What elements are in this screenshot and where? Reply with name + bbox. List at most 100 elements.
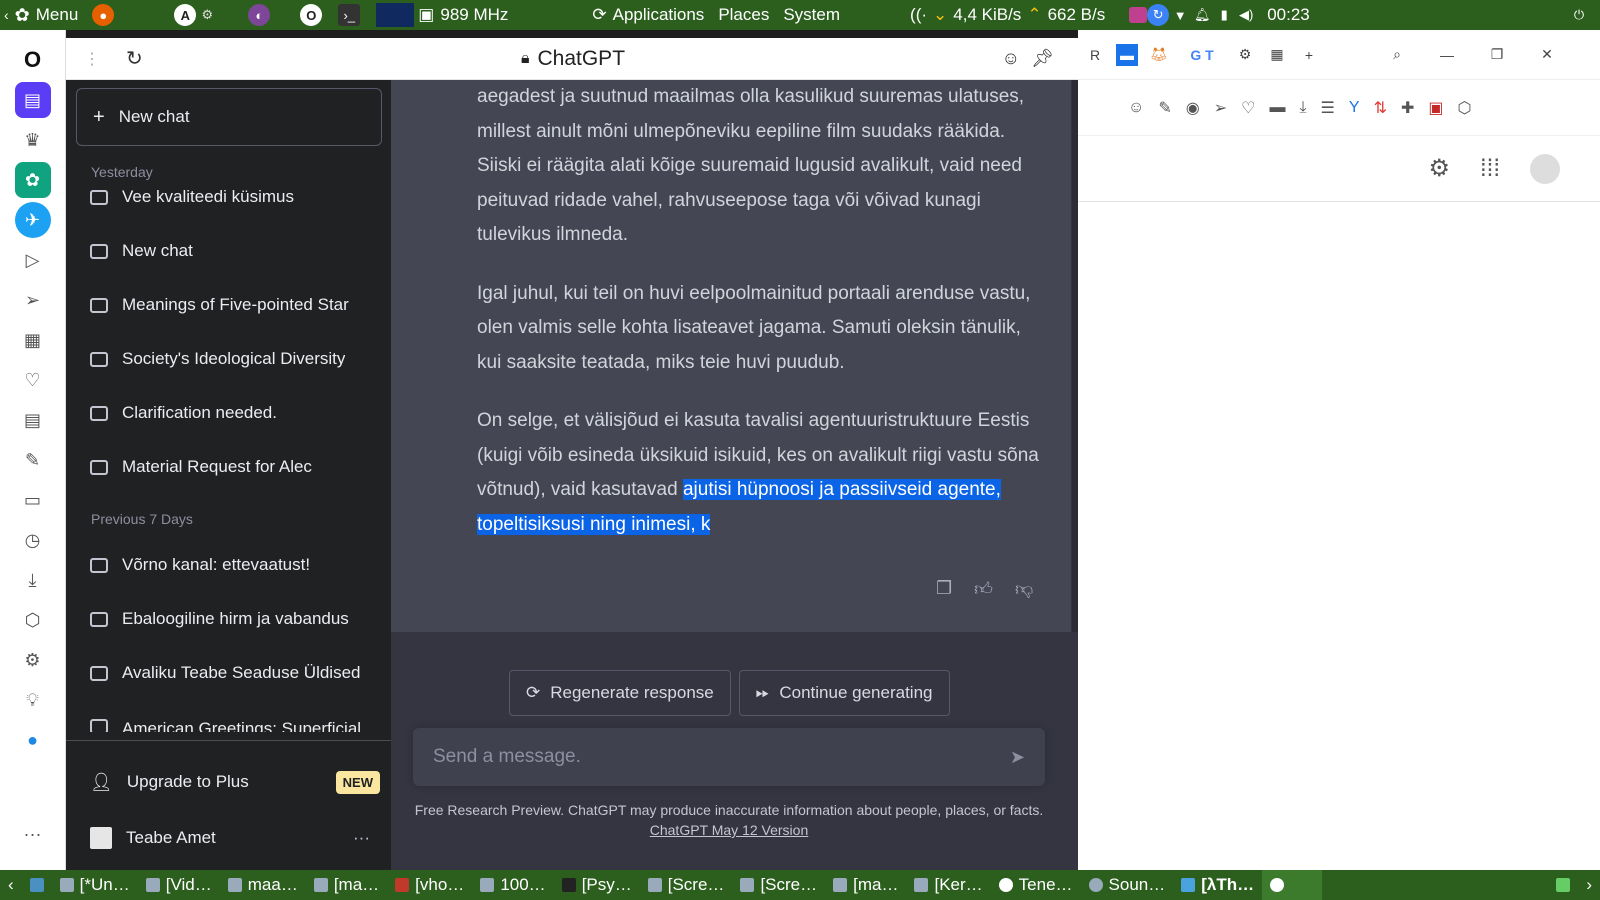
- puzzle-extension-icon[interactable]: ✚: [1401, 98, 1414, 118]
- google-translate-tab[interactable]: G T: [1180, 44, 1224, 66]
- conversation-item[interactable]: Võrno kanal: ettevaatust!: [90, 545, 360, 585]
- task-item-active[interactable]: [1262, 870, 1323, 900]
- conversation-item[interactable]: American Greetings: Superficial: [90, 704, 360, 732]
- pin-board-icon[interactable]: ✎: [15, 442, 51, 478]
- chat-scrollbar[interactable]: [1072, 80, 1078, 632]
- history-icon[interactable]: ◷: [15, 522, 51, 558]
- close-icon[interactable]: ✕: [1536, 44, 1558, 66]
- wifi-tray-icon[interactable]: ▼: [1169, 4, 1191, 26]
- thumbs-up-icon[interactable]: 👍︎: [974, 578, 993, 600]
- continue-generating-button[interactable]: ⏩︎ Continue generating: [738, 670, 950, 716]
- more-dots-icon[interactable]: ···: [353, 828, 370, 848]
- conversation-item[interactable]: Society's Ideological Diversity: [90, 339, 360, 379]
- tray-icon[interactable]: [1548, 870, 1578, 900]
- regenerate-response-button[interactable]: ⟳ Regenerate response: [509, 670, 731, 716]
- battery-icon[interactable]: ▮: [1213, 4, 1235, 26]
- network-monitor[interactable]: ((· ⌄ 4,4 KiB/s ⌃ 662 B/s: [910, 5, 1105, 25]
- upgrade-to-plus-button[interactable]: 👤︎ Upgrade to Plus NEW: [90, 760, 380, 804]
- settings-tab-icon[interactable]: ⚙: [1234, 44, 1256, 66]
- apps-grid-icon[interactable]: ⁞⁞⁞: [1480, 155, 1500, 183]
- task-item[interactable]: [Psy…: [554, 870, 640, 900]
- user-menu-button[interactable]: Teabe Amet ···: [90, 816, 380, 860]
- task-item[interactable]: [λTh…: [1173, 870, 1262, 900]
- task-item[interactable]: [ma…: [306, 870, 387, 900]
- tor-browser-icon[interactable]: ◐: [248, 4, 271, 26]
- more-options-icon[interactable]: ···: [15, 816, 51, 852]
- player-icon[interactable]: ▷: [15, 242, 51, 278]
- heart-icon[interactable]: ♡: [15, 362, 51, 398]
- search-icon[interactable]: ⌕: [1386, 44, 1408, 66]
- conversation-item[interactable]: Clarification needed.: [90, 393, 360, 433]
- lightbulb-icon[interactable]: 💡︎: [15, 682, 51, 718]
- chatgpt-sidebar-icon[interactable]: ✿: [14, 162, 51, 198]
- opera-logo-icon[interactable]: O: [15, 42, 51, 78]
- reload-icon[interactable]: ↻: [126, 46, 143, 71]
- restore-icon[interactable]: ❐: [1486, 44, 1508, 66]
- conversation-item[interactable]: Ebaloogiline hirm ja vabandus: [90, 599, 360, 639]
- filter-extension-icon[interactable]: Y: [1349, 99, 1360, 117]
- system-menu[interactable]: System: [783, 5, 840, 25]
- copy-icon[interactable]: ❐: [936, 578, 952, 600]
- camera-icon[interactable]: ◉: [1186, 98, 1200, 118]
- downloads-icon[interactable]: ⤓: [15, 562, 51, 598]
- workspaces-icon[interactable]: ▤: [14, 82, 51, 118]
- notification-bell-icon[interactable]: 🔔︎: [1191, 4, 1213, 26]
- tabs-icon[interactable]: ▭: [15, 482, 51, 518]
- heart-tool-icon[interactable]: ♡: [1241, 98, 1255, 118]
- settings-gear-icon[interactable]: ⚙: [15, 642, 51, 678]
- page-title[interactable]: 🔒︎ ChatGPT: [521, 47, 625, 71]
- task-item[interactable]: 100…: [472, 870, 553, 900]
- twitter-icon[interactable]: ✈: [14, 202, 51, 238]
- settings-app-icon[interactable]: ⚙: [196, 4, 218, 26]
- task-item[interactable]: [Ker…: [906, 870, 990, 900]
- drag-handle-icon[interactable]: ⋮: [84, 49, 100, 69]
- show-desktop-icon[interactable]: [22, 870, 52, 900]
- launcher-a-icon[interactable]: A: [174, 4, 197, 26]
- clock[interactable]: 00:23: [1267, 5, 1310, 25]
- new-tab-plus-icon[interactable]: +: [1298, 44, 1320, 66]
- emoji-icon[interactable]: ☺: [1002, 48, 1020, 69]
- edit-tool-icon[interactable]: ✎: [1158, 98, 1171, 118]
- send-tool-icon[interactable]: ➢: [1214, 98, 1227, 118]
- volume-icon[interactable]: ◀): [1235, 4, 1257, 26]
- metamask-icon[interactable]: 🦊︎: [1148, 44, 1170, 66]
- applications-menu[interactable]: ⟳ Applications: [592, 5, 704, 25]
- tab-grid-icon[interactable]: ▦: [1266, 44, 1288, 66]
- vpn-icon[interactable]: ●: [15, 722, 51, 758]
- task-item[interactable]: Soun…: [1081, 870, 1174, 900]
- taskbar-scroll-right-icon[interactable]: ›: [1578, 870, 1600, 900]
- update-tray-icon[interactable]: ↻: [1147, 4, 1170, 26]
- firefox-icon[interactable]: ●: [92, 4, 115, 26]
- cube-extension-icon[interactable]: ⬡: [1458, 98, 1472, 118]
- task-item[interactable]: [ma…: [825, 870, 906, 900]
- power-icon[interactable]: ⏻: [1568, 4, 1590, 26]
- download-tool-icon[interactable]: ⤓: [1299, 99, 1306, 117]
- new-chat-button[interactable]: + New chat: [76, 88, 382, 146]
- audio-tray-icon[interactable]: [1129, 7, 1148, 23]
- crown-icon[interactable]: ♛: [15, 122, 51, 158]
- send-message-icon[interactable]: ➤: [1010, 747, 1025, 768]
- conversation-item[interactable]: Vee kvaliteedi küsimus: [90, 177, 360, 217]
- extensions-cube-icon[interactable]: ⬡: [15, 602, 51, 638]
- task-item[interactable]: maa…: [220, 870, 306, 900]
- emoji-tool-icon[interactable]: ☺: [1128, 99, 1144, 117]
- thumbs-down-icon[interactable]: 👎︎: [1015, 578, 1033, 600]
- task-item[interactable]: [Scre…: [640, 870, 733, 900]
- r-extension-icon[interactable]: R: [1084, 44, 1106, 66]
- blue-square-icon[interactable]: ▬: [1116, 43, 1138, 66]
- conversation-item[interactable]: Meanings of Five-pointed Star: [90, 285, 360, 325]
- counter-extension-icon[interactable]: ▣: [1428, 98, 1443, 118]
- conversation-item[interactable]: Avaliku Teabe Seaduse Üldised: [90, 653, 360, 693]
- message-input[interactable]: [433, 746, 1010, 768]
- places-menu[interactable]: Places: [718, 5, 769, 25]
- version-link[interactable]: ChatGPT May 12 Version: [650, 822, 808, 838]
- opera-icon[interactable]: O: [300, 4, 323, 26]
- news-icon[interactable]: ▤: [15, 402, 51, 438]
- speed-dial-icon[interactable]: ▦: [15, 322, 51, 358]
- task-item[interactable]: [vho…: [387, 870, 472, 900]
- pin-icon[interactable]: 📌︎: [1031, 48, 1054, 69]
- terminal-icon[interactable]: ›_: [338, 4, 361, 26]
- account-avatar-icon[interactable]: [1530, 153, 1560, 184]
- task-item[interactable]: Tene…: [991, 870, 1081, 900]
- task-item[interactable]: [Vid…: [138, 870, 220, 900]
